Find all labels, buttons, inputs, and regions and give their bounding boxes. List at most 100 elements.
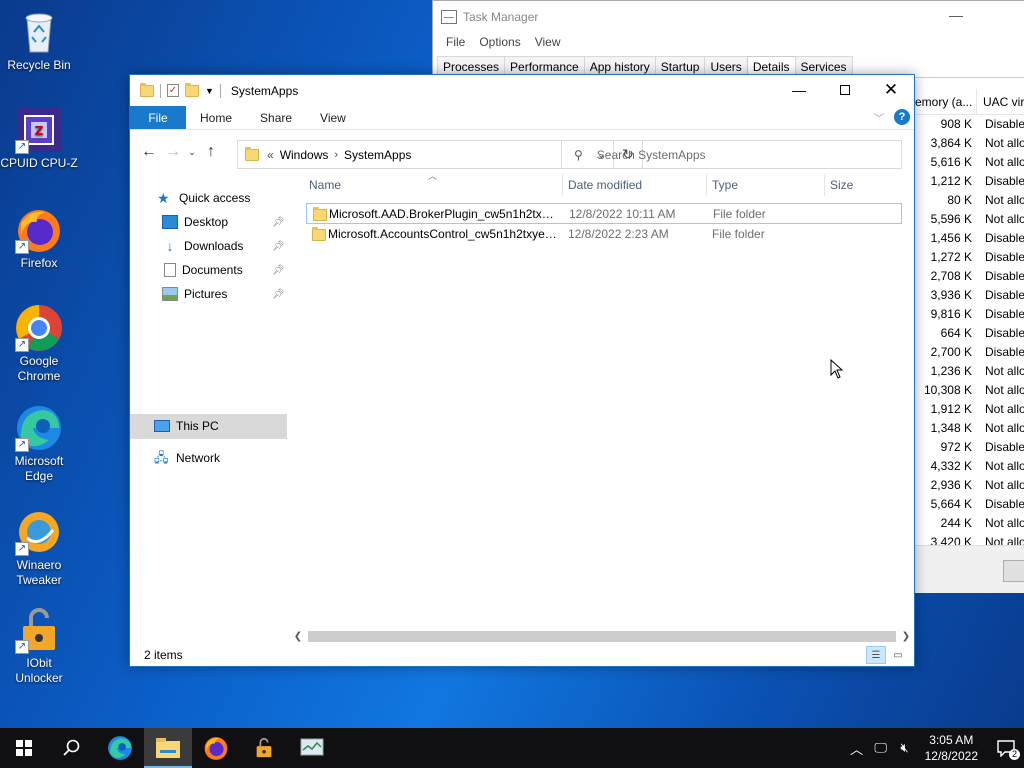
ribbon-share-tab[interactable]: Share xyxy=(246,106,306,129)
scrollbar-thumb[interactable] xyxy=(308,631,896,642)
file-list[interactable]: Name ︿ Date modified Type Size Microsoft… xyxy=(306,171,916,629)
file-explorer-window[interactable]: ✓ ▼ SystemApps — ✕ File Home Share View … xyxy=(129,74,915,667)
taskbar-firefox[interactable] xyxy=(192,728,240,768)
clock[interactable]: 3:05 AM 12/8/2022 xyxy=(925,732,978,764)
minimize-button[interactable]: — xyxy=(776,75,822,105)
process-row[interactable]: 3,420 K Not allo xyxy=(915,533,1024,545)
navigation-pane[interactable]: ★ Quick access Desktop 📌︎ ↓ Downloads 📌︎… xyxy=(130,174,290,644)
pin-icon[interactable]: 📌︎ xyxy=(272,241,285,252)
desktop-icon-edge[interactable]: ↗ Microsoft Edge xyxy=(0,404,78,484)
process-row[interactable]: 244 K Not allo xyxy=(915,514,1024,533)
process-row[interactable]: 1,236 K Not allo xyxy=(915,362,1024,381)
close-button[interactable]: ✕ xyxy=(868,75,914,105)
column-separator[interactable] xyxy=(706,174,707,196)
process-row[interactable]: 1,912 K Not allo xyxy=(915,400,1024,419)
start-button[interactable] xyxy=(0,728,48,768)
taskbar-file-explorer[interactable] xyxy=(144,728,192,768)
nav-pictures[interactable]: Pictures 📌︎ xyxy=(162,282,292,306)
menu-view[interactable]: View xyxy=(528,33,568,51)
scroll-left-icon[interactable]: ❮ xyxy=(290,628,306,645)
process-row[interactable]: 972 K Disable xyxy=(915,438,1024,457)
menu-file[interactable]: File xyxy=(439,33,472,51)
file-row[interactable]: Microsoft.AAD.BrokerPlugin_cw5n1h2txyewy… xyxy=(306,203,902,224)
end-task-button[interactable] xyxy=(1003,560,1024,582)
pin-icon[interactable]: 📌︎ xyxy=(272,289,285,300)
network-status-icon[interactable]: 🖵︎ xyxy=(871,740,891,756)
nav-this-pc[interactable]: This PC xyxy=(154,414,219,438)
desktop-icon-recycle-bin[interactable]: Recycle Bin xyxy=(0,8,78,73)
pin-icon[interactable]: 📌︎ xyxy=(272,265,285,276)
ribbon-view-tab[interactable]: View xyxy=(306,106,360,129)
search-button[interactable] xyxy=(48,728,96,768)
process-row[interactable]: 1,272 K Disable xyxy=(915,248,1024,267)
column-uac-virtualization[interactable]: UAC vir xyxy=(977,89,1024,114)
process-row[interactable]: 5,596 K Not allo xyxy=(915,210,1024,229)
ribbon-file-tab[interactable]: File xyxy=(130,106,186,129)
forward-arrow-icon[interactable]: → xyxy=(161,143,185,161)
up-arrow-icon[interactable]: ↑ xyxy=(199,143,223,161)
process-row[interactable]: 9,816 K Disable xyxy=(915,305,1024,324)
process-row[interactable]: 80 K Not allo xyxy=(915,191,1024,210)
details-view-icon[interactable]: ☰ xyxy=(866,646,886,664)
pin-icon[interactable]: 📌︎ xyxy=(272,217,285,228)
new-folder-icon[interactable] xyxy=(185,82,199,97)
nav-downloads[interactable]: ↓ Downloads 📌︎ xyxy=(162,234,292,258)
details-grid[interactable]: emory (a... UAC vir 908 K Disable 3,864 K N… xyxy=(915,89,1024,545)
process-row[interactable]: 2,700 K Disable xyxy=(915,343,1024,362)
task-manager-titlebar[interactable]: Task Manager xyxy=(433,1,1024,33)
column-date-modified[interactable]: Date modified xyxy=(565,174,705,196)
process-row[interactable]: 1,212 K Disable xyxy=(915,172,1024,191)
column-separator[interactable] xyxy=(562,174,563,196)
back-arrow-icon[interactable]: ← xyxy=(137,143,161,161)
column-separator[interactable] xyxy=(824,174,825,196)
action-center-button[interactable]: 2 xyxy=(988,728,1024,768)
process-row[interactable]: 1,348 K Not allo xyxy=(915,419,1024,438)
nav-quick-access[interactable]: ★ Quick access xyxy=(157,186,250,210)
chevron-right-icon[interactable]: › xyxy=(334,149,338,161)
chevron-up-icon[interactable]: ︿ xyxy=(847,739,867,758)
scroll-right-icon[interactable]: ❯ xyxy=(898,628,914,645)
desktop-icon-iobit-unlocker[interactable]: ↗ IObit Unlocker xyxy=(0,606,78,686)
maximize-button[interactable] xyxy=(822,75,868,105)
desktop-icon-cpu-z[interactable]: Z ↗ CPUID CPU-Z xyxy=(0,106,78,171)
column-name[interactable]: Name ︿ xyxy=(306,171,562,196)
menu-options[interactable]: Options xyxy=(472,33,527,51)
process-row[interactable]: 3,936 K Disable xyxy=(915,286,1024,305)
recent-locations-icon[interactable]: ⌄ xyxy=(185,147,199,158)
column-memory[interactable]: emory (a... xyxy=(915,89,977,114)
nav-documents[interactable]: Documents 📌︎ xyxy=(162,258,292,282)
large-icons-view-icon[interactable]: ▭ xyxy=(888,646,908,664)
process-row[interactable]: 10,308 K Not allo xyxy=(915,381,1024,400)
search-box[interactable]: ⚲ Search SystemApps xyxy=(561,140,902,169)
taskbar-edge[interactable] xyxy=(96,728,144,768)
ribbon-home-tab[interactable]: Home xyxy=(186,106,246,129)
help-icon[interactable]: ? xyxy=(894,109,910,125)
process-row[interactable]: 3,864 K Not allo xyxy=(915,134,1024,153)
minimize-icon[interactable]: — xyxy=(949,7,963,23)
breadcrumb-systemapps[interactable]: SystemApps xyxy=(344,148,411,162)
process-row[interactable]: 5,616 K Not allo xyxy=(915,153,1024,172)
file-row[interactable]: Microsoft.AccountsControl_cw5n1h2txyewy … xyxy=(306,224,902,245)
column-type[interactable]: Type xyxy=(709,174,824,196)
breadcrumb-overflow[interactable]: « xyxy=(267,148,274,162)
horizontal-scrollbar[interactable]: ❮ ❯ xyxy=(290,628,914,645)
process-row[interactable]: 5,664 K Disable xyxy=(915,495,1024,514)
expand-ribbon-icon[interactable]: ﹀ xyxy=(874,110,884,125)
desktop-icon-firefox[interactable]: ↗ Firefox xyxy=(0,206,78,271)
desktop-icon-winaero[interactable]: ↗ Winaero Tweaker xyxy=(0,508,78,588)
process-row[interactable]: 2,708 K Disable xyxy=(915,267,1024,286)
process-row[interactable]: 2,936 K Not allo xyxy=(915,476,1024,495)
taskbar-task-manager[interactable] xyxy=(288,728,336,768)
process-row[interactable]: 664 K Disable xyxy=(915,324,1024,343)
speaker-muted-icon[interactable]: 🔇︎ xyxy=(895,740,915,756)
taskbar-iobit-unlocker[interactable] xyxy=(240,728,288,768)
breadcrumb-windows[interactable]: Windows xyxy=(280,148,329,162)
column-size[interactable]: Size xyxy=(827,174,897,196)
customize-toolbar-icon[interactable]: ▼ xyxy=(205,86,214,96)
properties-icon[interactable]: ✓ xyxy=(167,84,179,97)
desktop-icon-chrome[interactable]: ↗ Google Chrome xyxy=(0,304,78,384)
process-row[interactable]: 1,456 K Disable xyxy=(915,229,1024,248)
nav-desktop[interactable]: Desktop 📌︎ xyxy=(162,210,292,234)
process-row[interactable]: 4,332 K Not allo xyxy=(915,457,1024,476)
process-row[interactable]: 908 K Disable xyxy=(915,115,1024,134)
